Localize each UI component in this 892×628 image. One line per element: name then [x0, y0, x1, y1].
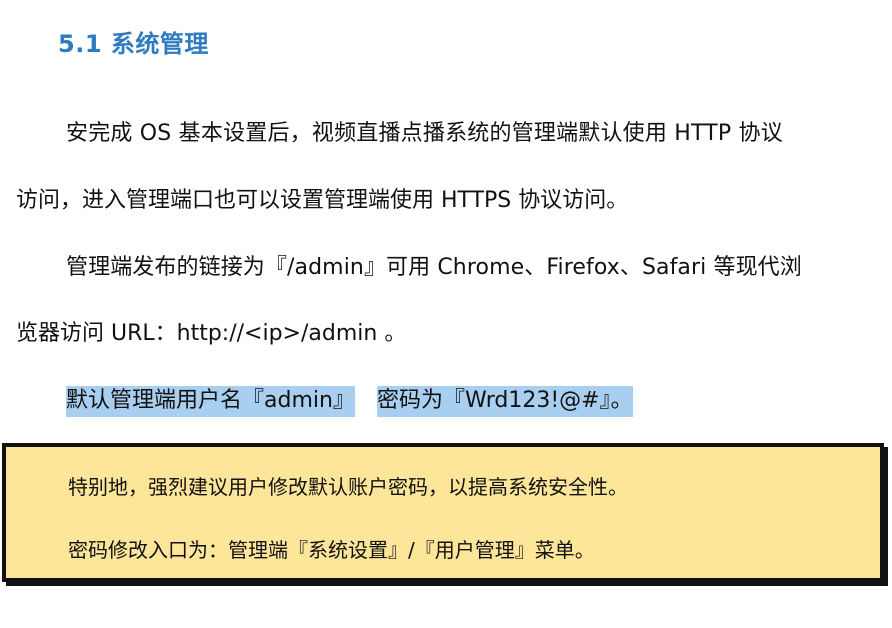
highlighted-username: 默认管理端用户名『admin』 [66, 386, 355, 417]
paragraph-line: 安完成 OS 基本设置后，视频直播点播系统的管理端默认使用 HTTP 协议 [66, 121, 783, 146]
security-notice-box: 特别地，强烈建议用户修改默认账户密码，以提高系统安全性。 密码修改入口为：管理端… [2, 443, 884, 582]
section-heading: 5.1 系统管理 [58, 30, 209, 58]
notice-line: 特别地，强烈建议用户修改默认账户密码，以提高系统安全性。 [68, 475, 628, 499]
paragraph-line: 管理端发布的链接为『/admin』可用 Chrome、Firefox、Safar… [66, 255, 802, 280]
highlighted-password: 密码为『Wrd123!@#』。 [376, 386, 633, 417]
credentials-line: 默认管理端用户名『admin』 密码为『Wrd123!@#』。 [66, 386, 633, 417]
paragraph-line: 访问，进入管理端口也可以设置管理端使用 HTTPS 协议访问。 [16, 188, 629, 213]
notice-line: 密码修改入口为：管理端『系统设置』/『用户管理』菜单。 [68, 538, 595, 562]
paragraph-line: 览器访问 URL：http://<ip>/admin 。 [16, 321, 407, 346]
